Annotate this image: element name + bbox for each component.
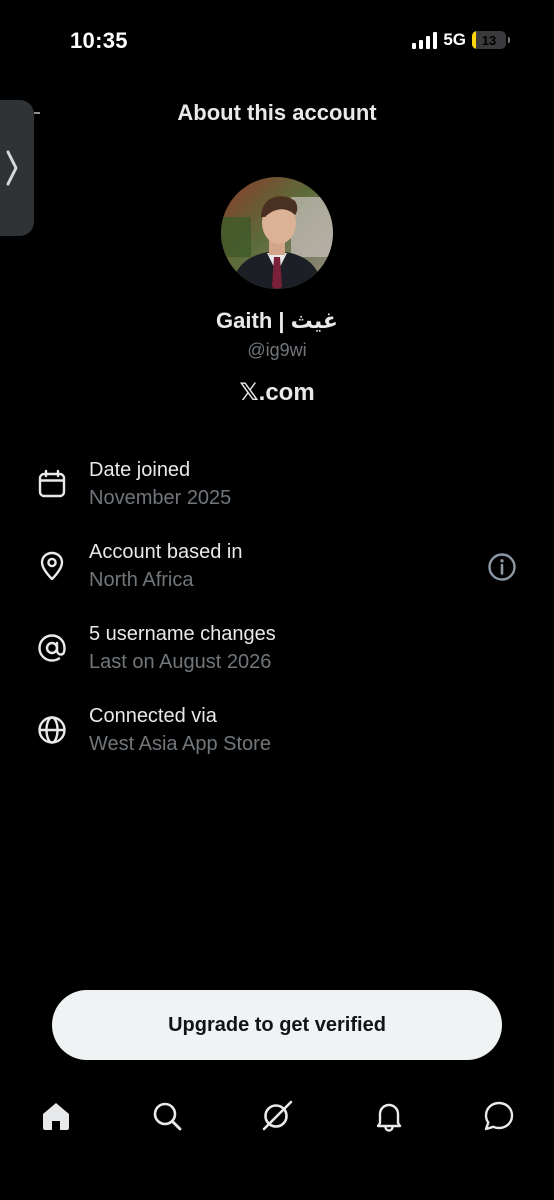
row-subtitle-username-changes: Last on August 2026 [89,651,272,673]
row-title-date-joined: Date joined [89,459,191,481]
avatar-photo [221,177,333,289]
messages-icon[interactable] [482,1099,516,1133]
home-icon[interactable] [39,1099,73,1133]
location-pin-icon [40,551,64,581]
bell-icon[interactable] [372,1099,406,1133]
row-title-account-based-in: Account based in [89,541,243,563]
row-subtitle-connected-via: West Asia App Store [89,733,271,755]
signal-icon [412,31,438,49]
network-type: 5G [443,30,466,49]
chevron-right-icon [6,150,18,186]
battery-nub [508,37,510,43]
username-handle: @ig9wi [247,340,307,360]
avatar[interactable] [221,177,333,289]
display-name: Gaith | غيث [216,308,338,333]
search-icon[interactable] [150,1099,184,1133]
battery-level: 13 [481,32,497,48]
battery-fill [472,31,477,49]
info-icon[interactable] [486,551,518,583]
row-subtitle-date-joined: November 2025 [89,487,232,509]
brand-label: 𝕏.com [239,379,315,406]
at-sign-icon [38,634,66,662]
upgrade-verified-button[interactable]: Upgrade to get verified [52,990,502,1060]
battery-icon: 13 [472,31,506,49]
row-title-connected-via: Connected via [89,705,217,727]
calendar-icon [38,469,66,498]
grok-icon[interactable] [260,1099,294,1133]
row-title-username-changes: 5 username changes [89,623,276,645]
globe-icon [38,716,66,744]
page-title: About this account [177,100,377,125]
status-time: 10:35 [70,28,128,53]
status-indicators: 5G 13 [412,30,510,50]
row-subtitle-account-based-in: North Africa [89,569,194,591]
